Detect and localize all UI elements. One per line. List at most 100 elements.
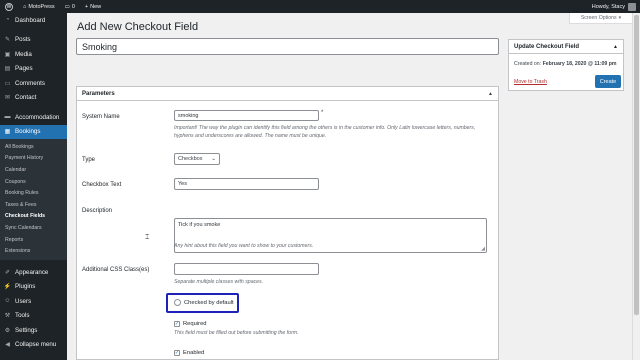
bed-icon: ▬ bbox=[4, 114, 11, 121]
scrollbar-thumb[interactable] bbox=[634, 15, 639, 315]
page-title: Add New Checkout Field bbox=[77, 21, 199, 33]
submenu-item-taxes-fees[interactable]: Taxes & Fees bbox=[0, 199, 67, 211]
sidebar-item-settings[interactable]: ⚙ Settings bbox=[0, 323, 67, 338]
sidebar-item-label: Comments bbox=[15, 79, 45, 87]
sidebar-item-label: Collapse menu bbox=[15, 341, 57, 349]
created-prefix: Created on: bbox=[514, 61, 542, 67]
enabled-checkbox[interactable]: ✓ bbox=[174, 350, 180, 356]
sidebar-item-dashboard[interactable]: ◔ Dashboard bbox=[0, 13, 67, 28]
css-class-input[interactable] bbox=[174, 263, 319, 275]
required-checkbox[interactable]: ✓ bbox=[174, 321, 180, 327]
dashboard-icon: ◔ bbox=[5, 17, 10, 24]
comment-bubble-icon: ▭ bbox=[64, 3, 70, 10]
required-asterisk: * bbox=[321, 110, 324, 116]
sidebar-item-label: Posts bbox=[15, 36, 31, 44]
sidebar-item-users[interactable]: ☺ Users bbox=[0, 294, 67, 309]
sidebar-item-tools[interactable]: ⚒ Tools bbox=[0, 308, 67, 323]
screen-options-label: Screen Options bbox=[580, 15, 617, 21]
submenu-item-extensions[interactable]: Extensions bbox=[0, 245, 67, 257]
description-hint: Any hint about this field you want to sh… bbox=[174, 243, 314, 249]
sidebar-item-label: Bookings bbox=[15, 128, 41, 136]
site-name-link[interactable]: ⌂ MotoPress bbox=[18, 0, 60, 13]
checked-by-default-option[interactable]: Checked by default bbox=[174, 299, 234, 306]
mail-icon: ✉ bbox=[4, 95, 11, 102]
submenu-item-sync-calendars[interactable]: Sync Calendars bbox=[0, 222, 67, 234]
sidebar-item-label: Tools bbox=[15, 312, 30, 320]
required-label: Required bbox=[183, 321, 207, 327]
sidebar-item-label: Dashboard bbox=[15, 16, 46, 24]
collapse-arrow-icon[interactable]: ▲ bbox=[488, 91, 493, 97]
sidebar-item-label: Plugins bbox=[15, 283, 36, 291]
update-box-header[interactable]: Update Checkout Field ▲ bbox=[509, 40, 623, 54]
title-input[interactable]: Smoking bbox=[76, 38, 499, 55]
plus-icon: + bbox=[84, 3, 89, 10]
sidebar-item-label: Contact bbox=[15, 94, 37, 102]
caret-down-icon: ▾ bbox=[618, 15, 622, 21]
sidebar-item-label: Pages bbox=[15, 65, 33, 73]
enabled-option[interactable]: ✓ Enabled bbox=[174, 350, 204, 356]
new-label: New bbox=[90, 3, 102, 10]
sidebar-item-pages[interactable]: ▤ Pages bbox=[0, 62, 67, 77]
mouse-cursor-icon: ⌶ bbox=[145, 234, 150, 241]
sidebar-item-accommodation[interactable]: ▬ Accommodation bbox=[0, 110, 67, 125]
resize-handle-icon[interactable]: ◢ bbox=[481, 246, 485, 252]
collapse-arrow-icon[interactable]: ▲ bbox=[613, 44, 618, 50]
submenu-item-calendar[interactable]: Calendar bbox=[0, 164, 67, 176]
comment-icon: ▭ bbox=[4, 80, 11, 87]
submenu-item-payment-history[interactable]: Payment History bbox=[0, 153, 67, 165]
sidebar-item-plugins[interactable]: ⚡ Plugins bbox=[0, 279, 67, 294]
calendar-icon: ▦ bbox=[4, 129, 11, 136]
submenu-item-checkout-fields[interactable]: Checkout Fields bbox=[0, 211, 67, 223]
sidebar-item-label: Users bbox=[15, 297, 32, 305]
home-icon: ⌂ bbox=[23, 3, 27, 10]
update-field-box: Update Checkout Field ▲ Created on: Febr… bbox=[508, 39, 624, 91]
admin-sidebar: ◔ Dashboard ✎ Posts ▣ Media ▤ Pages ▭ Comments ✉ C… bbox=[0, 13, 67, 360]
avatar bbox=[628, 2, 636, 11]
sidebar-item-label: Appearance bbox=[15, 268, 49, 276]
admin-bar: W ⌂ MotoPress ▭ 0 + New Howdy, Stacy bbox=[0, 0, 640, 13]
update-box-heading: Update Checkout Field bbox=[514, 43, 580, 50]
enabled-label: Enabled bbox=[183, 350, 205, 356]
sidebar-item-appearance[interactable]: ✐ Appearance bbox=[0, 265, 67, 280]
settings-icon: ⚙ bbox=[4, 327, 11, 334]
parameters-panel: Parameters ▲ System Name smoking * Impor… bbox=[76, 86, 499, 360]
submenu-item-coupons[interactable]: Coupons bbox=[0, 176, 67, 188]
wrench-icon: ⚒ bbox=[4, 313, 11, 320]
sidebar-item-media[interactable]: ▣ Media bbox=[0, 47, 67, 62]
scrollbar[interactable] bbox=[632, 13, 640, 360]
create-button[interactable]: Create bbox=[595, 75, 621, 88]
description-text: Tick if you smoke bbox=[178, 222, 221, 228]
bookings-submenu: All Bookings Payment History Calendar Coupo… bbox=[0, 139, 67, 260]
css-class-hint: Separate multiple classes with spaces. bbox=[174, 279, 264, 285]
parameters-header[interactable]: Parameters ▲ bbox=[77, 87, 498, 101]
css-class-label: Additional CSS Class(es) bbox=[82, 267, 150, 273]
sidebar-item-label: Accommodation bbox=[15, 113, 60, 121]
checked-by-default-checkbox[interactable] bbox=[174, 299, 181, 306]
user-icon: ☺ bbox=[4, 298, 11, 305]
move-to-trash-link[interactable]: Move to Trash bbox=[514, 79, 547, 85]
description-label: Description bbox=[82, 208, 113, 214]
system-name-label: System Name bbox=[82, 114, 120, 120]
wordpress-logo-button[interactable]: W bbox=[0, 0, 18, 13]
new-content-link[interactable]: + New bbox=[80, 0, 106, 13]
type-select[interactable]: Checkbox ⌄ bbox=[174, 153, 220, 165]
media-icon: ▣ bbox=[4, 51, 11, 58]
sidebar-item-bookings[interactable]: ▦ Bookings bbox=[0, 124, 67, 139]
type-label: Type bbox=[82, 157, 96, 163]
required-option[interactable]: ✓ Required bbox=[174, 321, 207, 327]
system-name-input[interactable]: smoking bbox=[174, 110, 319, 121]
sidebar-item-comments[interactable]: ▭ Comments bbox=[0, 76, 67, 91]
submenu-item-booking-rules[interactable]: Booking Rules bbox=[0, 187, 67, 199]
parameters-heading: Parameters bbox=[82, 90, 115, 97]
sidebar-item-contact[interactable]: ✉ Contact bbox=[0, 91, 67, 106]
submenu-item-all-bookings[interactable]: All Bookings bbox=[0, 141, 67, 153]
sidebar-item-posts[interactable]: ✎ Posts bbox=[0, 33, 67, 48]
sidebar-item-label: Media bbox=[15, 50, 32, 58]
pin-icon: ✎ bbox=[4, 37, 11, 44]
account-menu[interactable]: Howdy, Stacy bbox=[592, 2, 640, 11]
comments-link[interactable]: ▭ 0 bbox=[60, 0, 80, 13]
sidebar-item-collapse-menu[interactable]: ◀ Collapse menu bbox=[0, 337, 67, 352]
screen-options-button[interactable]: Screen Options ▾ bbox=[569, 13, 633, 24]
submenu-item-reports[interactable]: Reports bbox=[0, 234, 67, 246]
checkbox-text-input[interactable]: Yes bbox=[174, 178, 319, 190]
